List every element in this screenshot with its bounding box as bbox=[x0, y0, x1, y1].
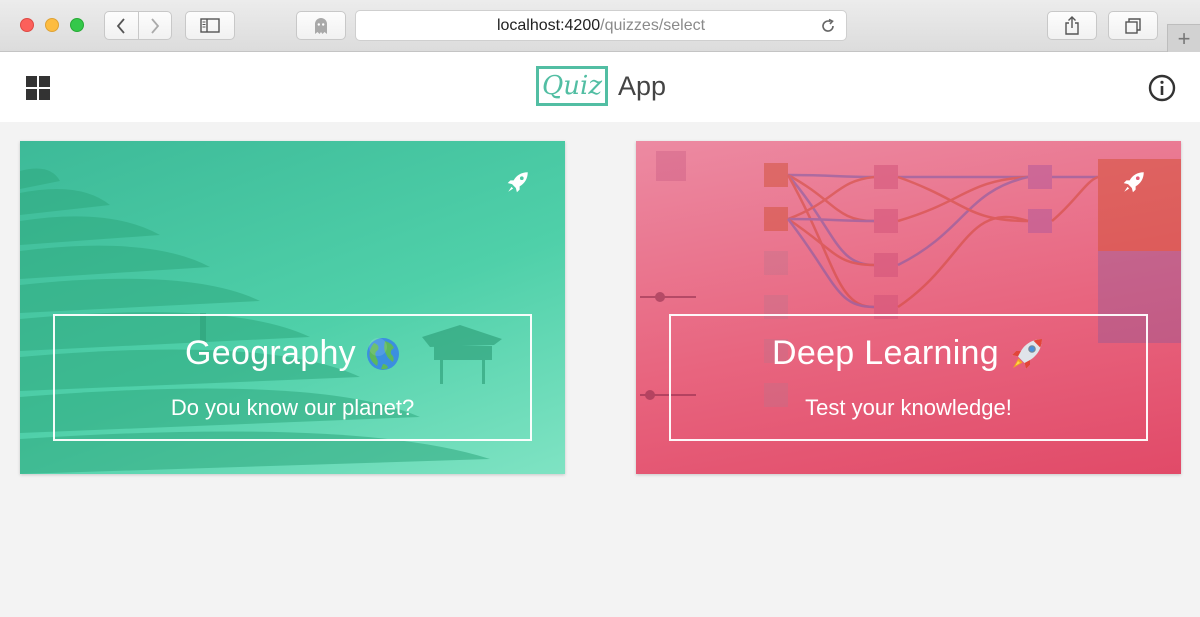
quiz-logo: Quiz bbox=[536, 66, 608, 106]
sidebar-toggle-button[interactable] bbox=[185, 11, 235, 40]
plus-icon: + bbox=[1177, 25, 1191, 51]
address-bar[interactable]: localhost:4200/quizzes/select bbox=[355, 10, 847, 41]
share-button[interactable] bbox=[1047, 11, 1097, 40]
minimize-window-button[interactable] bbox=[45, 18, 59, 32]
rocket-icon bbox=[1009, 336, 1045, 372]
card-caption-frame: Deep Learning Test your knowledge! bbox=[669, 314, 1148, 441]
card-title: Deep Learning bbox=[772, 334, 999, 372]
sidebar-icon bbox=[200, 18, 220, 33]
chevron-left-icon bbox=[117, 17, 126, 34]
ghost-icon bbox=[315, 17, 327, 34]
history-nav bbox=[104, 11, 172, 40]
app-brand[interactable]: Quiz App bbox=[536, 66, 666, 106]
globe-icon bbox=[366, 337, 400, 371]
extension-button[interactable] bbox=[296, 11, 346, 40]
card-subtitle: Test your knowledge! bbox=[805, 395, 1012, 420]
apps-grid-icon[interactable] bbox=[26, 76, 50, 100]
close-window-button[interactable] bbox=[20, 18, 34, 32]
info-icon[interactable] bbox=[1148, 74, 1176, 102]
zoom-window-button[interactable] bbox=[70, 18, 84, 32]
tabs-icon bbox=[1125, 17, 1141, 34]
back-button[interactable] bbox=[105, 12, 138, 39]
browser-chrome: localhost:4200/quizzes/select + bbox=[0, 0, 1200, 52]
url-host: localhost:4200 bbox=[496, 16, 601, 34]
reload-icon[interactable] bbox=[819, 17, 837, 35]
rocket-icon bbox=[507, 172, 528, 193]
chevron-right-icon bbox=[151, 17, 160, 34]
card-title-row: Deep Learning bbox=[772, 334, 1045, 373]
card-title: Geography bbox=[185, 334, 356, 372]
forward-button[interactable] bbox=[137, 12, 171, 39]
share-icon bbox=[1065, 16, 1079, 35]
card-title-row: Geography bbox=[185, 334, 400, 373]
tabs-overview-button[interactable] bbox=[1108, 11, 1158, 40]
card-subtitle: Do you know our planet? bbox=[170, 395, 415, 420]
quiz-card-geography[interactable]: Geography Do you know our planet? bbox=[20, 141, 565, 474]
app-name: App bbox=[618, 70, 667, 101]
card-caption-frame: Geography Do you know our planet? bbox=[53, 314, 532, 441]
rocket-icon bbox=[1123, 172, 1144, 193]
app-toolbar: Quiz App bbox=[0, 52, 1200, 122]
new-tab-button[interactable]: + bbox=[1167, 24, 1200, 52]
url-path: /quizzes/select bbox=[600, 16, 706, 34]
quiz-card-deep-learning[interactable]: Deep Learning Test your knowledge! bbox=[636, 141, 1181, 474]
